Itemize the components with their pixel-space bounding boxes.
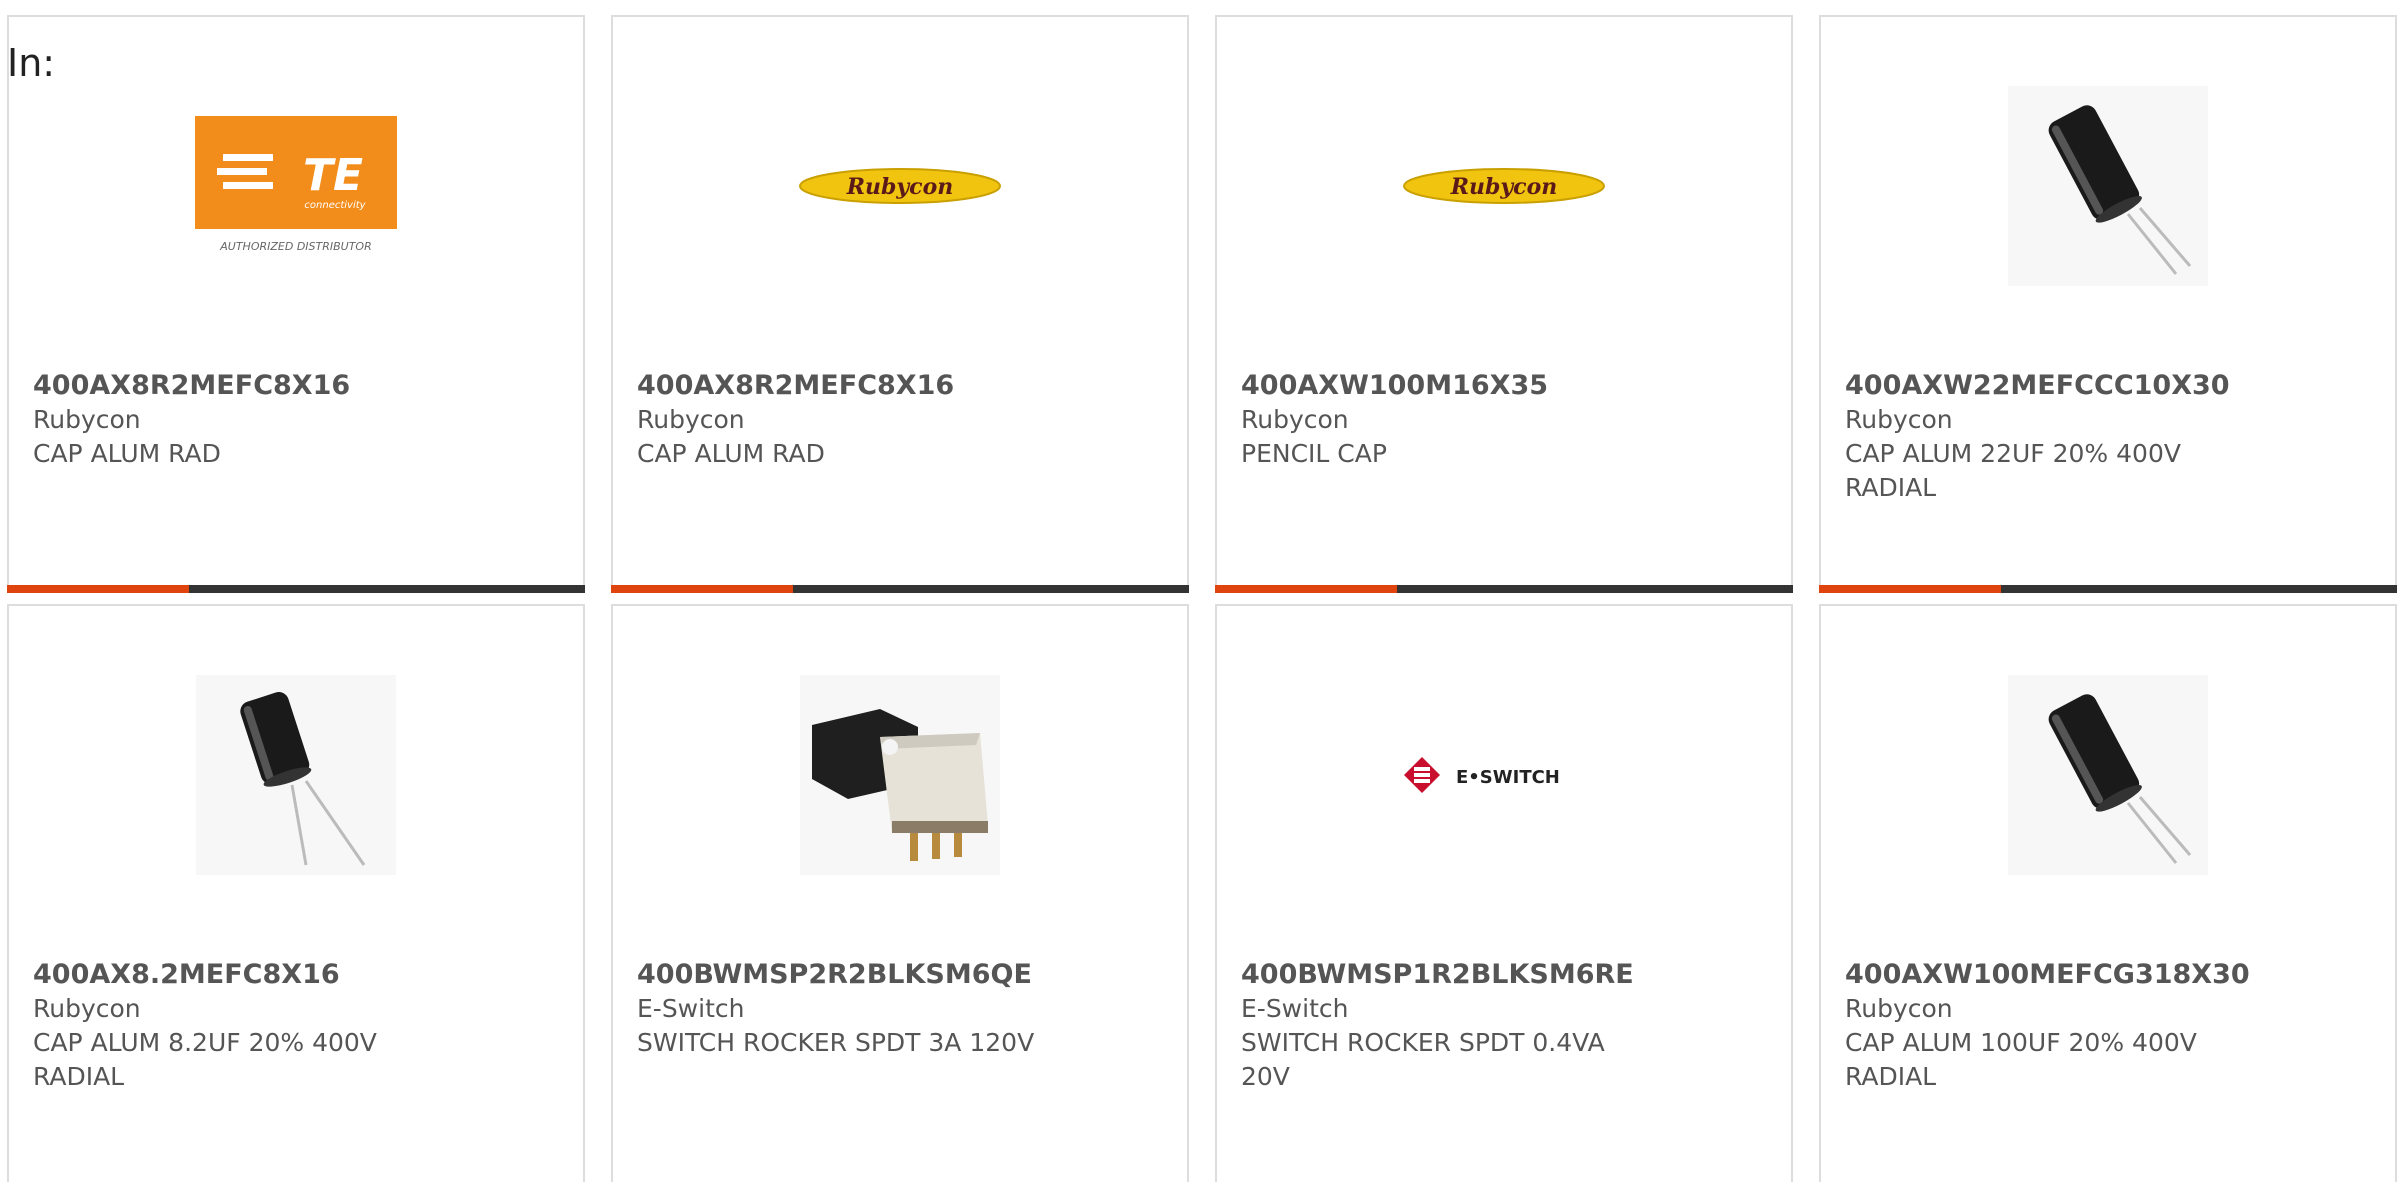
description: CAP ALUM 22UF 20% 400V RADIAL xyxy=(1845,439,2181,502)
rubycon-logo-icon: Rubycon xyxy=(1397,79,1611,293)
card-bar xyxy=(1819,585,2397,593)
manufacturer: E-Switch xyxy=(1241,994,1349,1023)
capacitor-icon xyxy=(2001,79,2215,293)
part-number[interactable]: 400AX8.2MEFC8X16 xyxy=(33,958,559,992)
svg-text:connectivity: connectivity xyxy=(304,200,366,211)
capacitor-icon xyxy=(2001,668,2215,882)
description: CAP ALUM RAD xyxy=(33,439,221,468)
product-card[interactable]: 400AXW100MEFCG318X30 Rubycon CAP ALUM 10… xyxy=(1819,604,2397,1182)
description: SWITCH ROCKER SPDT 0.4VA 20V xyxy=(1241,1028,1605,1091)
card-bar xyxy=(1215,585,1793,593)
description: CAP ALUM RAD xyxy=(637,439,825,468)
eswitch-logo-icon: E•SWITCH xyxy=(1397,668,1611,882)
manufacturer: Rubycon xyxy=(1241,405,1349,434)
svg-text:Rubycon: Rubycon xyxy=(1450,174,1558,200)
manufacturer: E-Switch xyxy=(637,994,745,1023)
part-number[interactable]: 400AXW100MEFCG318X30 xyxy=(1845,958,2371,992)
manufacturer: Rubycon xyxy=(33,405,141,434)
product-card[interactable]: Rubycon 400AXW100M16X35 Rubycon PENCIL C… xyxy=(1215,15,1793,593)
part-number[interactable]: 400AXW22MEFCCC10X30 xyxy=(1845,369,2371,403)
part-number[interactable]: 400BWMSP2R2BLKSM6QE xyxy=(637,958,1163,992)
product-card[interactable]: E•SWITCH 400BWMSP1R2BLKSM6RE E-Switch SW… xyxy=(1215,604,1793,1182)
svg-text:Rubycon: Rubycon xyxy=(846,174,954,200)
part-number[interactable]: 400AX8R2MEFC8X16 xyxy=(637,369,1163,403)
description: PENCIL CAP xyxy=(1241,439,1387,468)
manufacturer: Rubycon xyxy=(33,994,141,1023)
description: CAP ALUM 8.2UF 20% 400V RADIAL xyxy=(33,1028,377,1091)
product-card[interactable]: 400AXW22MEFCCC10X30 Rubycon CAP ALUM 22U… xyxy=(1819,15,2397,593)
description: SWITCH ROCKER SPDT 3A 120V xyxy=(637,1028,1035,1057)
svg-text:AUTHORIZED DISTRIBUTOR: AUTHORIZED DISTRIBUTOR xyxy=(219,240,372,253)
card-bar xyxy=(611,585,1189,593)
capacitor-icon xyxy=(189,668,403,882)
product-card[interactable]: TE connectivity AUTHORIZED DISTRIBUTOR 4… xyxy=(7,15,585,593)
description: CAP ALUM 100UF 20% 400V RADIAL xyxy=(1845,1028,2197,1091)
rocker-switch-icon xyxy=(793,668,1007,882)
manufacturer: Rubycon xyxy=(1845,405,1953,434)
te-logo-icon: TE connectivity AUTHORIZED DISTRIBUTOR xyxy=(189,79,403,293)
manufacturer: Rubycon xyxy=(637,405,745,434)
product-card[interactable]: 400AX8.2MEFC8X16 Rubycon CAP ALUM 8.2UF … xyxy=(7,604,585,1182)
svg-text:TE: TE xyxy=(303,150,363,201)
part-number[interactable]: 400BWMSP1R2BLKSM6RE xyxy=(1241,958,1767,992)
rubycon-logo-icon: Rubycon xyxy=(793,79,1007,293)
product-card[interactable]: Rubycon 400AX8R2MEFC8X16 Rubycon CAP ALU… xyxy=(611,15,1189,593)
part-number[interactable]: 400AX8R2MEFC8X16 xyxy=(33,369,559,403)
filter-label: In: xyxy=(7,41,56,85)
manufacturer: Rubycon xyxy=(1845,994,1953,1023)
svg-text:E•SWITCH: E•SWITCH xyxy=(1456,767,1560,788)
product-card[interactable]: 400BWMSP2R2BLKSM6QE E-Switch SWITCH ROCK… xyxy=(611,604,1189,1182)
part-number[interactable]: 400AXW100M16X35 xyxy=(1241,369,1767,403)
card-bar xyxy=(7,585,585,593)
